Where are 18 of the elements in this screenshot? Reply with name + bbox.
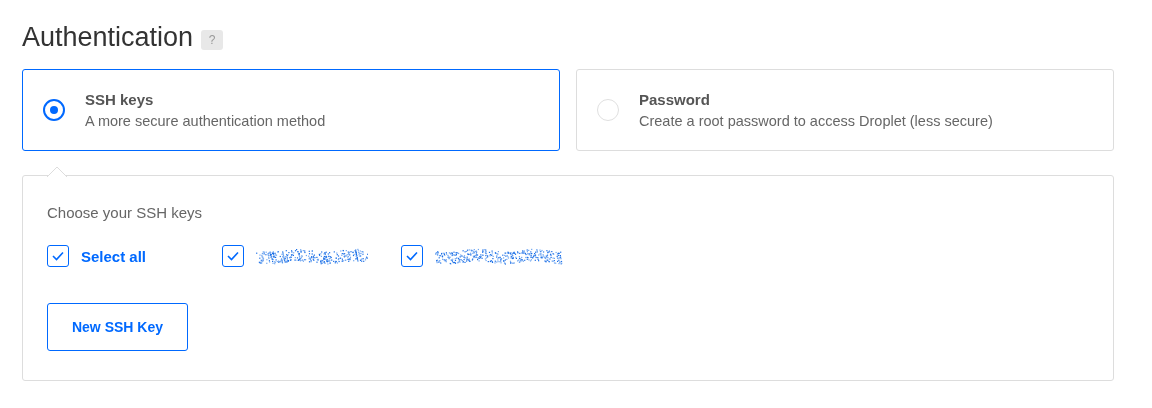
option-label: SSH keys — [85, 91, 155, 108]
new-ssh-key-button[interactable]: New SSH Key — [47, 303, 188, 351]
option-label: Password — [639, 91, 711, 108]
checkmark-icon — [52, 251, 64, 261]
checkmark-icon — [227, 251, 240, 261]
checkbox[interactable] — [401, 245, 424, 267]
radio-button[interactable] — [43, 99, 65, 121]
auth-option-card[interactable]: Password Create a root password to access Droplet (less secure) — [576, 69, 1114, 151]
option-description: Create a root password to access Droplet (less secure) — [639, 113, 993, 129]
auth-option-card[interactable]: SSH keys A more secure authentication method — [22, 69, 560, 151]
panel-heading: Choose your SSH keys — [47, 204, 204, 221]
option-description: A more secure authentication method — [85, 113, 326, 129]
checkmark-icon — [406, 251, 419, 261]
checkbox[interactable] — [47, 245, 69, 267]
help-badge[interactable]: ? — [201, 29, 224, 50]
section-title: Authentication — [22, 22, 194, 53]
checkbox-label[interactable]: Select all — [81, 247, 147, 265]
checkbox[interactable] — [222, 245, 245, 267]
